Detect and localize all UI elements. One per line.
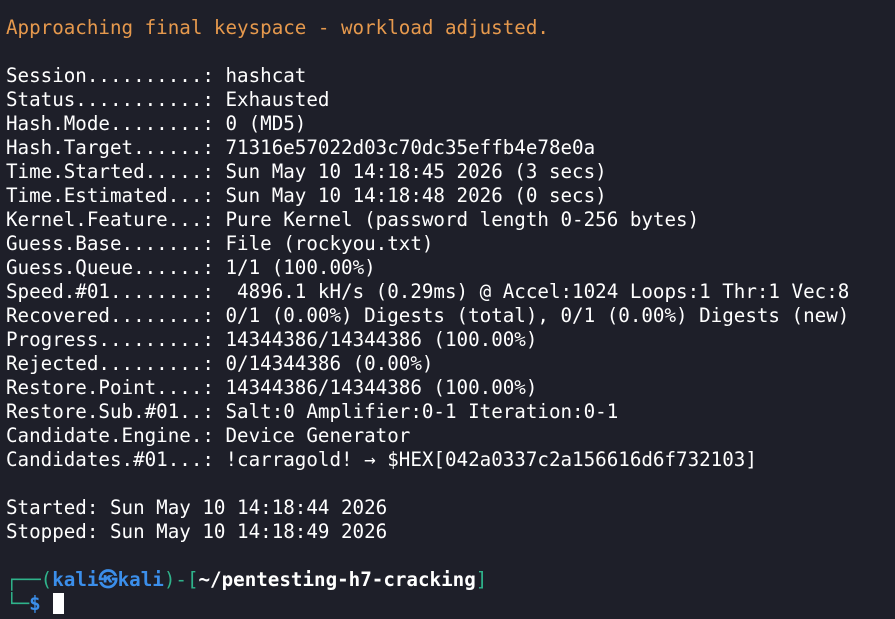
status-value: !carragold! → $HEX[042a0337c2a156616d6f7… [225, 448, 757, 471]
status-key: Progress.........: [6, 328, 226, 351]
prompt-dollar: $ [29, 592, 41, 615]
warning-message: Approaching final keyspace - workload ad… [6, 16, 549, 39]
status-key: Candidates.#01...: [6, 448, 226, 471]
started-line: Started: Sun May 10 14:18:44 2026 [6, 496, 388, 519]
prompt-path: ~/pentesting-h7-cracking [198, 568, 476, 591]
status-line: Hash.Target......: 71316e57022d03c70dc35… [6, 136, 895, 160]
status-key: Hash.Target......: [6, 136, 226, 159]
prompt-line-input[interactable]: └─$ [6, 592, 895, 616]
prompt-frame-top: ┌──( [6, 568, 53, 591]
text-cursor[interactable] [52, 593, 64, 614]
status-line: Hash.Mode........: 0 (MD5) [6, 112, 895, 136]
status-line: Speed.#01........: 4896.1 kH/s (0.29ms) … [6, 280, 895, 304]
status-line: Time.Estimated...: Sun May 10 14:18:48 2… [6, 184, 895, 208]
status-key: Candidate.Engine.: [6, 424, 226, 447]
prompt-host: kali [117, 568, 164, 591]
status-line: Status...........: Exhausted [6, 88, 895, 112]
status-line: Progress.........: 14344386/14344386 (10… [6, 328, 895, 352]
status-key: Status...........: [6, 88, 226, 111]
status-value: 1/1 (100.00%) [225, 256, 376, 279]
status-key: Restore.Sub.#01..: [6, 400, 226, 423]
status-key: Session..........: [6, 64, 226, 87]
prompt-line-top: ┌──(kali㉿kali)-[~/pentesting-h7-cracking… [6, 568, 895, 592]
status-value: Sun May 10 14:18:48 2026 (0 secs) [225, 184, 607, 207]
status-key: Rejected.........: [6, 352, 226, 375]
prompt-frame-end: ] [475, 568, 488, 591]
status-value: 4896.1 kH/s (0.29ms) @ Accel:1024 Loops:… [225, 280, 850, 303]
status-key: Kernel.Feature...: [6, 208, 226, 231]
status-line: Candidate.Engine.: Device Generator [6, 424, 895, 448]
status-key: Restore.Point....: [6, 376, 226, 399]
status-value: hashcat [225, 64, 307, 87]
status-key: Guess.Queue......: [6, 256, 226, 279]
status-value: Exhausted [225, 88, 330, 111]
status-line: Restore.Sub.#01..: Salt:0 Amplifier:0-1 … [6, 400, 895, 424]
status-value: 71316e57022d03c70dc35effb4e78e0a [225, 136, 596, 159]
status-key: Recovered........: [6, 304, 226, 327]
stopped-line: Stopped: Sun May 10 14:18:49 2026 [6, 520, 388, 543]
status-value: File (rockyou.txt) [225, 232, 434, 255]
status-line: Rejected.........: 0/14344386 (0.00%) [6, 352, 895, 376]
status-line: Candidates.#01...: !carragold! → $HEX[04… [6, 448, 895, 472]
status-key: Speed.#01........: [6, 280, 226, 303]
status-key: Time.Estimated...: [6, 184, 226, 207]
status-key: Guess.Base.......: [6, 232, 226, 255]
status-value: Sun May 10 14:18:45 2026 (3 secs) [225, 160, 607, 183]
status-line: Guess.Base.......: File (rockyou.txt) [6, 232, 895, 256]
status-key: Hash.Mode........: [6, 112, 226, 135]
status-line: Recovered........: 0/1 (0.00%) Digests (… [6, 304, 895, 328]
hashcat-status-block: Session..........: hashcat Status........… [6, 64, 895, 472]
prompt-frame-bottom: └─ [6, 592, 30, 615]
status-line: Time.Started.....: Sun May 10 14:18:45 2… [6, 160, 895, 184]
prompt-frame-mid: )-[ [163, 568, 199, 591]
status-value: Device Generator [225, 424, 411, 447]
terminal-output[interactable]: Approaching final keyspace - workload ad… [6, 16, 895, 616]
status-value: 0 (MD5) [225, 112, 307, 135]
status-value: 14344386/14344386 (100.00%) [225, 376, 538, 399]
kali-skull-icon: ㉿ [98, 568, 118, 591]
status-line: Restore.Point....: 14344386/14344386 (10… [6, 376, 895, 400]
prompt-user: kali [52, 568, 99, 591]
status-value: 0/14344386 (0.00%) [225, 352, 434, 375]
status-value: 0/1 (0.00%) Digests (total), 0/1 (0.00%)… [225, 304, 850, 327]
status-line: Kernel.Feature...: Pure Kernel (password… [6, 208, 895, 232]
status-line: Session..........: hashcat [6, 64, 895, 88]
status-line: Guess.Queue......: 1/1 (100.00%) [6, 256, 895, 280]
status-value: Pure Kernel (password length 0-256 bytes… [225, 208, 700, 231]
status-value: 14344386/14344386 (100.00%) [225, 328, 538, 351]
status-value: Salt:0 Amplifier:0-1 Iteration:0-1 [225, 400, 619, 423]
status-key: Time.Started.....: [6, 160, 226, 183]
